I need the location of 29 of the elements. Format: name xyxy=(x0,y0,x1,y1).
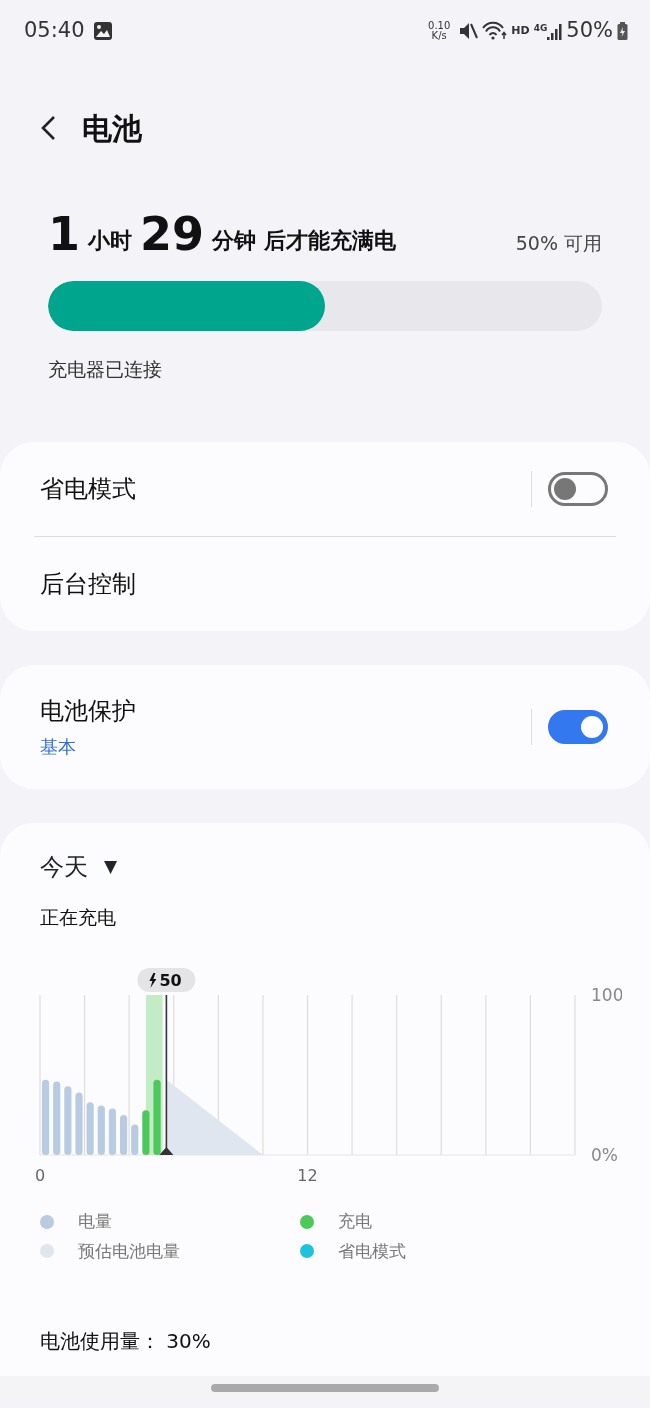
time-unit: 分钟 xyxy=(212,227,257,255)
legend-label: 预估电池电量 xyxy=(78,1239,180,1263)
level-label: 50 xyxy=(159,971,182,990)
setting-value: 基本 xyxy=(40,735,77,759)
available-percent: 50% 可用 xyxy=(515,230,602,256)
y-axis-label: 100 xyxy=(591,985,622,1005)
setting-label[interactable]: 后台控制 xyxy=(40,565,608,602)
legend-label: 充电 xyxy=(338,1210,372,1233)
cell-type: 4G xyxy=(533,22,548,35)
network-type: HD xyxy=(511,22,530,39)
y-axis-label: 0% xyxy=(591,1145,618,1165)
battery-percent: 50% xyxy=(566,17,613,45)
charger-status: 充电器已连接 xyxy=(48,357,163,382)
period-dropdown[interactable]: 今天 ▼ xyxy=(40,848,118,885)
setting-label[interactable]: 电池保护 xyxy=(40,693,531,729)
charging-state: 正在充电 xyxy=(40,904,117,930)
time-value: 1 xyxy=(48,211,80,257)
page-title: 电池 xyxy=(82,109,142,148)
time-unit: 小时 xyxy=(88,227,132,255)
x-axis-label: 12 xyxy=(297,1166,318,1185)
battery-usage-total: 电池使用量： 30% xyxy=(40,1328,212,1355)
legend-label: 省电模式 xyxy=(338,1239,406,1263)
x-axis-label: 0 xyxy=(34,1166,46,1185)
network-speed: 0.10 K/s xyxy=(428,20,451,42)
time-value: 29 xyxy=(140,211,205,257)
legend-label: 电量 xyxy=(78,1210,112,1233)
clock-time: 05:40 xyxy=(24,17,85,45)
time-unit: 后才能充满电 xyxy=(264,227,397,255)
setting-label[interactable]: 省电模式 xyxy=(40,470,531,507)
